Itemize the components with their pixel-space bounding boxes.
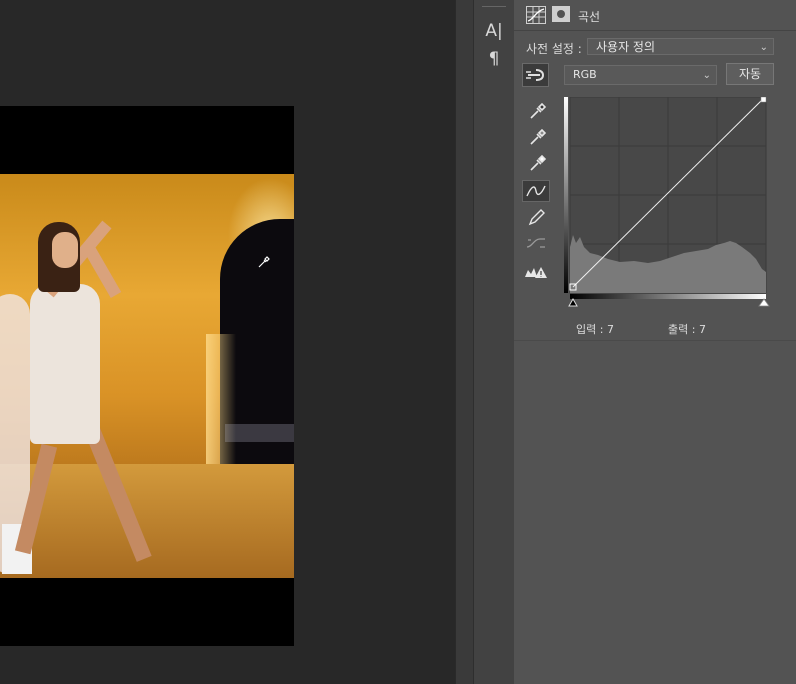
input-readout: 입력 : 7 bbox=[576, 323, 614, 336]
smooth-curve-icon[interactable] bbox=[522, 232, 550, 254]
channel-select[interactable]: RGB ⌄ bbox=[564, 65, 717, 85]
curves-grid-icon bbox=[527, 7, 545, 23]
black-point-eyedropper-icon[interactable] bbox=[522, 99, 550, 121]
panel-divider bbox=[514, 340, 796, 341]
properties-panel: 곡선 사전 설정 : 사용자 정의 ⌄ RGB ⌄ 자동 입력: 7 출력:… bbox=[514, 0, 796, 684]
canvas-area[interactable] bbox=[0, 0, 455, 684]
output-readout: 출력 : 7 bbox=[668, 323, 706, 336]
layer-mask-icon[interactable] bbox=[552, 6, 570, 22]
curve-point-tool-icon[interactable] bbox=[522, 180, 550, 202]
curves-adjustment-icon[interactable] bbox=[526, 6, 546, 24]
black-input-slider bbox=[568, 297, 578, 307]
input-gradient-bar bbox=[570, 294, 766, 299]
photo-dancer-dress bbox=[30, 284, 100, 444]
panel-grip[interactable] bbox=[482, 6, 506, 7]
photo-reflection bbox=[225, 424, 294, 442]
dock-collapse-strip[interactable] bbox=[455, 0, 474, 684]
paragraph-icon: ¶ bbox=[488, 49, 500, 69]
preset-label: 사전 설정 : bbox=[526, 42, 582, 56]
preset-value: 사용자 정의 bbox=[596, 40, 656, 54]
photo-image bbox=[0, 174, 294, 578]
document-canvas[interactable] bbox=[0, 106, 294, 646]
target-adjustment-tool-button[interactable] bbox=[522, 63, 549, 87]
curve-point bbox=[760, 97, 767, 103]
panel-title: 곡선 bbox=[578, 10, 601, 24]
white-input-slider bbox=[758, 298, 770, 307]
clipping-warning-icon[interactable] bbox=[522, 261, 550, 283]
gray-point-eyedropper-icon[interactable] bbox=[522, 125, 550, 147]
paragraph-panel-button[interactable]: ¶ bbox=[482, 48, 506, 70]
preset-select[interactable]: 사용자 정의 ⌄ bbox=[587, 38, 774, 55]
chevron-down-icon: ⌄ bbox=[759, 42, 768, 53]
output-gradient-bar bbox=[564, 97, 568, 293]
photo-dancer-face bbox=[52, 232, 78, 268]
character-panel-button[interactable]: A| bbox=[482, 20, 506, 42]
white-point-eyedropper-icon[interactable] bbox=[522, 151, 550, 173]
curves-graph[interactable] bbox=[564, 97, 774, 307]
chevron-down-icon: ⌄ bbox=[702, 70, 711, 81]
properties-header: 곡선 bbox=[514, 0, 796, 31]
hand-finger-icon bbox=[526, 69, 545, 81]
auto-button[interactable]: 자동 bbox=[726, 63, 774, 85]
eyedropper-cursor-icon bbox=[258, 256, 270, 268]
pencil-draw-icon[interactable] bbox=[522, 206, 550, 228]
type-tool-icon: A| bbox=[485, 21, 503, 41]
panel-icon-column: A| ¶ bbox=[473, 0, 515, 684]
channel-value: RGB bbox=[573, 68, 597, 81]
